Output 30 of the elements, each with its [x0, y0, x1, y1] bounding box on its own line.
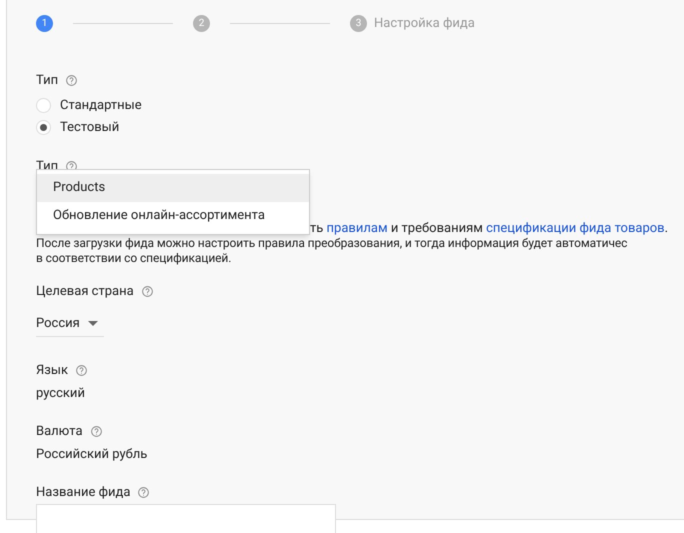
notice-text: После загрузки фида можно настроить правила преобразования, и тогда информация будет автоматичес — [36, 236, 628, 250]
help-icon[interactable] — [90, 426, 102, 438]
field-label: Валюта — [36, 423, 83, 441]
radio-label: Стандартные — [60, 97, 142, 115]
help-icon[interactable] — [138, 487, 150, 498]
help-icon[interactable] — [66, 74, 78, 86]
field-label: Название фида — [36, 484, 130, 502]
step-label: Настройка фида — [374, 15, 475, 33]
help-icon[interactable] — [142, 286, 153, 297]
step-number: 2 — [193, 15, 210, 32]
link[interactable]: правилам — [326, 220, 388, 236]
caret-icon — [88, 321, 98, 326]
language-value: русский — [36, 384, 86, 402]
radio-label: Тестовый — [60, 118, 120, 136]
radio-button[interactable] — [36, 120, 51, 135]
feed-name-field[interactable] — [36, 504, 336, 533]
step-number: 1 — [36, 15, 53, 32]
notice-text: в соответствии со спецификацией. — [36, 250, 232, 266]
field-label: Целевая страна — [36, 282, 134, 300]
link[interactable]: спецификации фида товаров — [486, 220, 665, 236]
step-number: 3 — [350, 15, 367, 32]
currency-value: Российский рубль — [36, 446, 148, 464]
menu-item[interactable]: Обновление онлайн-ассортимента — [37, 202, 309, 230]
field-label: Язык — [36, 362, 68, 380]
menu-item[interactable]: Products — [37, 174, 309, 202]
radio-button[interactable] — [36, 98, 51, 114]
country-select[interactable]: Россия — [36, 311, 104, 337]
field-label: Тип — [36, 72, 58, 90]
help-icon[interactable] — [76, 365, 87, 376]
notice-fragment: ть правилам и требованиям спецификации фида товаров. — [310, 220, 668, 236]
